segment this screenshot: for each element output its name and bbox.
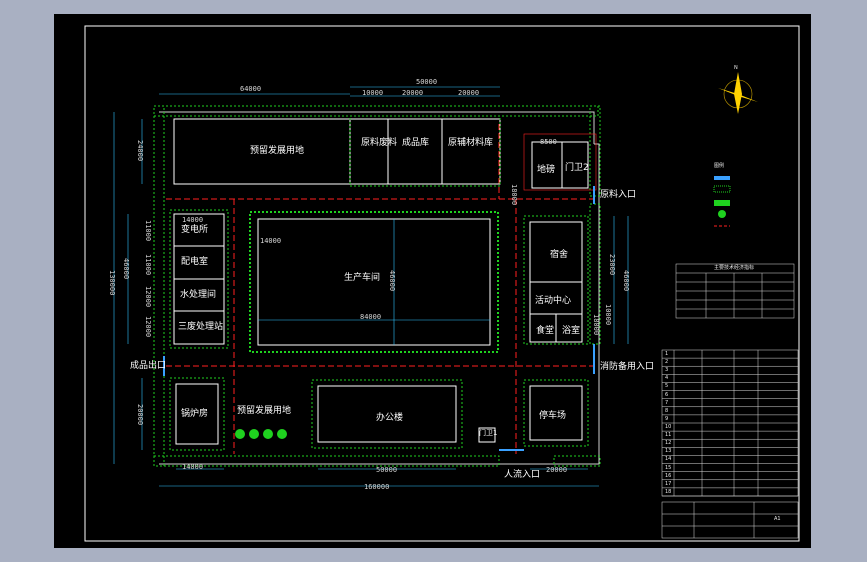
building-table-row-number: 1	[665, 351, 669, 357]
label-people-entrance: 人流入口	[504, 470, 541, 480]
dim-left-total: 130000	[108, 270, 116, 296]
dim-top-a: 10000	[362, 89, 384, 97]
label-guard-room-1: 门卫1	[479, 429, 498, 437]
dim-guard-w: 8500	[540, 138, 557, 146]
building-table-row-number: 4	[665, 375, 669, 382]
tree-symbols	[235, 429, 287, 439]
north-arrow	[718, 72, 758, 114]
building-table-row-number: 18	[665, 488, 672, 495]
dim-left-mid: 46000	[122, 258, 130, 280]
dim-right-e: 18000	[592, 314, 600, 336]
dim-top-left: 64000	[240, 85, 262, 93]
dim-top-c: 20000	[458, 89, 480, 97]
dim-left-bottom: 20000	[136, 404, 144, 426]
label-packaging: 原辅材料库	[448, 138, 494, 148]
dim-right-b: 23000	[608, 254, 616, 276]
building-table-row-number: 3	[665, 367, 669, 374]
dim-bottom-c: 20000	[546, 466, 568, 474]
label-boiler: 锅炉房	[181, 409, 209, 419]
label-product-exit: 成品出口	[130, 361, 167, 371]
site-plan-drawing	[84, 25, 800, 542]
label-guard-room-2: 门卫2	[565, 163, 589, 173]
econ-table	[675, 263, 795, 319]
building-table-row-number: 17	[665, 480, 672, 487]
right-building-column	[523, 215, 589, 345]
dim-right-c: 46000	[622, 270, 630, 292]
site-wall	[159, 111, 600, 465]
building-table-row-number: 7	[665, 399, 669, 406]
label-bath: 浴室	[562, 326, 581, 336]
label-reserve-top: 预留发展用地	[250, 146, 305, 156]
building-table-row-number: 16	[665, 472, 672, 479]
building-table-row-number: 13	[665, 448, 672, 455]
building-table-row-number: 14	[665, 456, 672, 463]
building-table-row-number: 8	[665, 407, 669, 414]
label-fire-entrance: 消防备用入口	[600, 362, 655, 372]
label-greening: 地磅	[537, 165, 556, 175]
north-label: N	[734, 65, 738, 71]
label-reserve-bottom: 预留发展用地	[237, 406, 292, 416]
building-table-row-number: 5	[665, 383, 669, 390]
dim-bottom-a: 14000	[182, 463, 204, 471]
dim-bottom-b: 50000	[376, 466, 398, 474]
label-distribution: 配电室	[181, 257, 209, 267]
label-finished-storage: 成品库	[402, 138, 430, 148]
label-dormitory: 宿舍	[550, 250, 569, 260]
dim-right-a: 18000	[510, 184, 518, 206]
perimeter-hedge	[153, 105, 601, 467]
building-table-row-number: 9	[665, 415, 669, 422]
building-table-row-number: 2	[665, 359, 669, 366]
label-activity: 活动中心	[535, 296, 572, 306]
storage-block	[349, 118, 501, 185]
dim-left-e: 12000	[144, 316, 152, 338]
label-workshop: 生产车间	[344, 273, 381, 283]
dim-top-b: 20000	[402, 89, 424, 97]
dim-left-a: 14000	[182, 216, 204, 224]
dim-workshop-w: 84000	[360, 313, 382, 321]
econ-table-title: 主要技术经济指标	[714, 265, 755, 271]
dim-left-b: 11000	[144, 220, 152, 242]
label-raw-waste: 原料废料	[361, 138, 398, 148]
label-office: 办公楼	[376, 413, 404, 423]
dim-left-d: 12000	[144, 286, 152, 308]
building-table-row-number: 15	[665, 464, 672, 471]
dim-left-top: 24000	[136, 140, 144, 162]
label-canteen: 食堂	[536, 326, 555, 336]
label-three-waste: 三废处理站	[178, 322, 224, 332]
label-power-room: 变电所	[181, 225, 209, 235]
building-table-row-number: 6	[665, 391, 669, 398]
dim-top-right: 50000	[416, 78, 438, 86]
building-table-row-number: 12	[665, 440, 672, 447]
building-table-row-number: 10	[665, 424, 672, 430]
building-table-row-number: 11	[665, 432, 672, 439]
drawing-number: A1	[774, 516, 781, 522]
dim-left-c: 11000	[144, 254, 152, 276]
legend-box	[713, 176, 731, 227]
label-logistics-entrance: 原料入口	[600, 190, 637, 200]
drawing-sheet: 预留发展用地 原料废料 成品库 原辅材料库 地磅 门卫2 变电所 配电室 水处理…	[54, 14, 811, 548]
dim-workshop-h: 46000	[388, 270, 396, 292]
dim-workshop-side: 14000	[260, 237, 282, 245]
legend-title: 图例	[714, 163, 725, 169]
dim-bottom-total: 160000	[364, 483, 390, 491]
label-garage: 停车场	[539, 411, 567, 421]
building-list-table	[661, 349, 799, 497]
dim-right-d: 10000	[604, 304, 612, 326]
label-water-pump: 水处理间	[180, 290, 217, 300]
